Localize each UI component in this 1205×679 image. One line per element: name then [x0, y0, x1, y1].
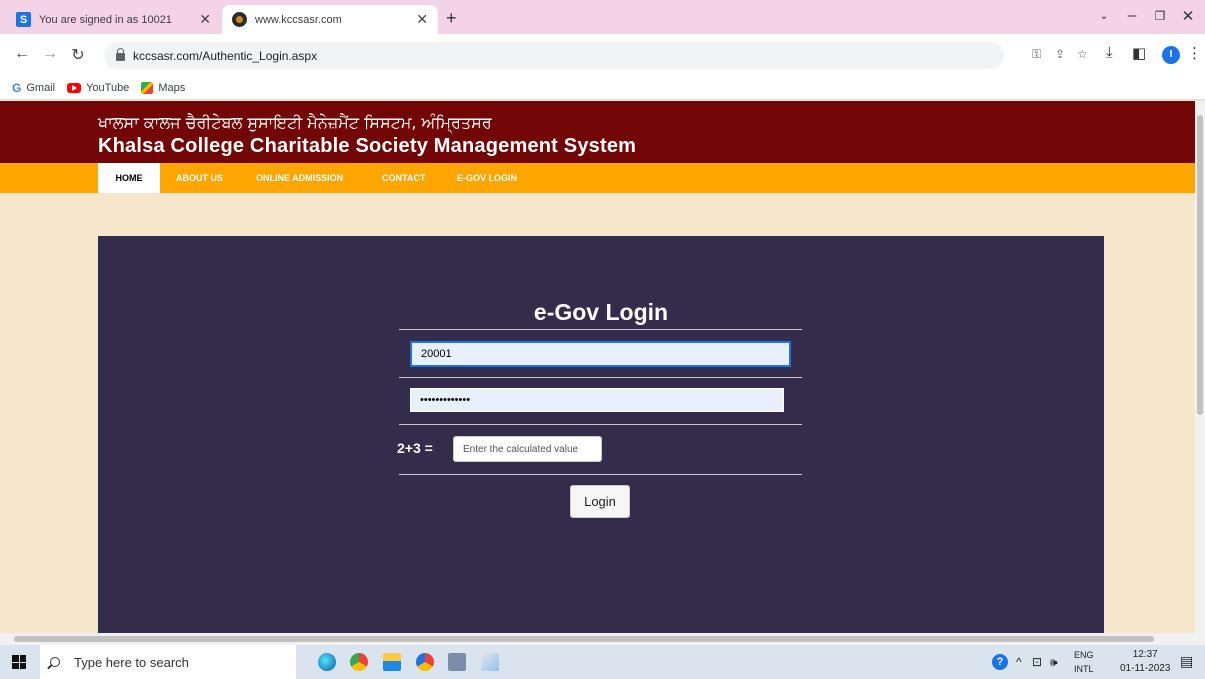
- notepad-icon[interactable]: [448, 653, 466, 671]
- bookmark-maps[interactable]: Maps: [141, 81, 186, 94]
- reload-icon[interactable]: ↻: [68, 45, 88, 65]
- site-favicon-icon: [232, 12, 247, 27]
- captcha-input[interactable]: [453, 436, 602, 462]
- profile-avatar[interactable]: I: [1162, 46, 1180, 64]
- url-text: kccsasr.com/Authentic_Login.aspx: [133, 48, 318, 63]
- site-title-punjabi: ਖਾਲਸਾ ਕਾਲਜ ਚੈਰੀਟੇਬਲ ਸੁਸਾਇਟੀ ਮੈਨੇਜ਼ਮੈਂਟ ਸ…: [98, 113, 492, 132]
- tab-search-chevron-icon[interactable]: ⌄: [1092, 9, 1116, 22]
- nav-online-admission[interactable]: ONLINE ADMISSION: [256, 163, 343, 193]
- bookmark-youtube[interactable]: YouTube: [67, 82, 129, 94]
- maps-icon: [141, 81, 154, 94]
- google-g-icon: G: [12, 80, 22, 95]
- chrome-icon[interactable]: [350, 653, 368, 671]
- taskbar-search-placeholder: Type here to search: [74, 654, 189, 670]
- download-icon[interactable]: ⤓: [1106, 44, 1113, 61]
- site-header: ਖਾਲਸਾ ਕਾਲਜ ਚੈਰੀਟੇਬਲ ਸੁਸਾਇਟੀ ਮੈਨੇਜ਼ਮੈਂਟ ਸ…: [0, 101, 1195, 163]
- tab-title: You are signed in as 10021: [39, 13, 172, 26]
- key-icon[interactable]: ⚿: [1032, 47, 1041, 62]
- new-tab-icon[interactable]: +: [446, 8, 457, 29]
- language-indicator[interactable]: ENG INTL: [1074, 648, 1094, 676]
- s-favicon-icon: S: [16, 12, 31, 27]
- bookmark-label: Gmail: [26, 81, 56, 94]
- tab-title: www.kccsasr.com: [255, 13, 342, 26]
- vertical-scrollbar[interactable]: [1195, 101, 1205, 633]
- more-menu-icon[interactable]: ⋮: [1187, 44, 1202, 62]
- address-bar[interactable]: kccsasr.com/Authentic_Login.aspx: [104, 42, 1004, 69]
- youtube-icon: [67, 82, 82, 93]
- captcha-question: 2+3 =: [397, 440, 433, 456]
- lang-top: ENG: [1074, 650, 1094, 660]
- network-icon[interactable]: ⊡: [1032, 655, 1042, 669]
- window-close-icon[interactable]: ✕: [1176, 7, 1200, 25]
- side-panel-icon[interactable]: ◧: [1132, 44, 1146, 62]
- bookmarks-bar: G Gmail YouTube Maps: [0, 76, 1205, 100]
- divider: [399, 329, 802, 330]
- help-icon[interactable]: ?: [992, 654, 1008, 670]
- taskbar-search[interactable]: Type here to search: [40, 645, 296, 679]
- browser-toolbar: ← → ↻ kccsasr.com/Authentic_Login.aspx ⚿…: [0, 34, 1205, 76]
- chrome-profile-icon[interactable]: [416, 653, 434, 671]
- edge-icon[interactable]: [318, 653, 336, 671]
- restore-icon[interactable]: ❐: [1148, 9, 1172, 23]
- username-input[interactable]: [410, 341, 791, 367]
- chevron-up-icon[interactable]: ^: [1016, 655, 1022, 669]
- share-icon[interactable]: ⇪: [1055, 47, 1065, 61]
- scroll-thumb[interactable]: [14, 636, 1154, 642]
- divider: [399, 474, 802, 475]
- bookmark-label: Maps: [158, 81, 186, 94]
- clock-time: 12:37: [1132, 649, 1158, 660]
- lang-bottom: INTL: [1074, 664, 1094, 674]
- bookmark-gmail[interactable]: G Gmail: [12, 81, 55, 95]
- search-icon: [50, 657, 60, 667]
- file-explorer-icon[interactable]: [383, 653, 401, 671]
- forward-arrow-icon[interactable]: →: [40, 45, 60, 63]
- nav-egov-login[interactable]: E-GOV LOGIN: [457, 163, 517, 193]
- scroll-thumb[interactable]: [1197, 115, 1203, 415]
- nav-about-us[interactable]: ABOUT US: [176, 163, 223, 193]
- web-page: ਖਾਲਸਾ ਕਾਲਜ ਚੈਰੀਟੇਬਲ ਸੁਸਾਇਟੀ ਮੈਨੇਜ਼ਮੈਂਟ ਸ…: [0, 101, 1195, 633]
- login-button[interactable]: Login: [570, 485, 630, 518]
- minimize-icon[interactable]: –: [1120, 7, 1144, 24]
- site-nav: HOME ABOUT US ONLINE ADMISSION CONTACT E…: [0, 163, 1195, 193]
- volume-icon[interactable]: 🕪: [1050, 655, 1058, 670]
- nav-contact[interactable]: CONTACT: [382, 163, 425, 193]
- password-input[interactable]: [410, 388, 784, 412]
- back-arrow-icon[interactable]: ←: [12, 45, 32, 63]
- star-icon[interactable]: ☆: [1077, 47, 1088, 61]
- close-icon[interactable]: ✕: [416, 11, 428, 28]
- site-title-english: Khalsa College Charitable Society Manage…: [98, 135, 637, 157]
- divider: [399, 377, 802, 378]
- login-panel: e-Gov Login 2+3 = Login: [98, 236, 1104, 633]
- windows-start-icon[interactable]: [12, 655, 26, 669]
- lock-icon: [116, 47, 125, 61]
- notifications-icon[interactable]: ▤: [1180, 653, 1193, 670]
- windows-taskbar: Type here to search ? ^ ⊡ 🕪 ENG INTL 12:…: [0, 645, 1205, 679]
- divider: [399, 424, 802, 425]
- tab-kccsasr[interactable]: www.kccsasr.com ✕: [222, 5, 438, 34]
- clock-date: 01-11-2023: [1120, 663, 1171, 674]
- paint-icon[interactable]: [481, 653, 499, 671]
- taskbar-clock[interactable]: 12:37 01-11-2023: [1120, 648, 1170, 676]
- horizontal-scrollbar[interactable]: [0, 633, 1205, 645]
- nav-home[interactable]: HOME: [98, 163, 160, 193]
- bookmark-label: YouTube: [86, 81, 130, 94]
- login-title: e-Gov Login: [533, 299, 669, 325]
- tab-signed-in[interactable]: S You are signed in as 10021 ✕: [6, 5, 221, 34]
- close-icon[interactable]: ✕: [199, 11, 211, 28]
- browser-tab-bar: S You are signed in as 10021 ✕ www.kccsa…: [0, 0, 1205, 34]
